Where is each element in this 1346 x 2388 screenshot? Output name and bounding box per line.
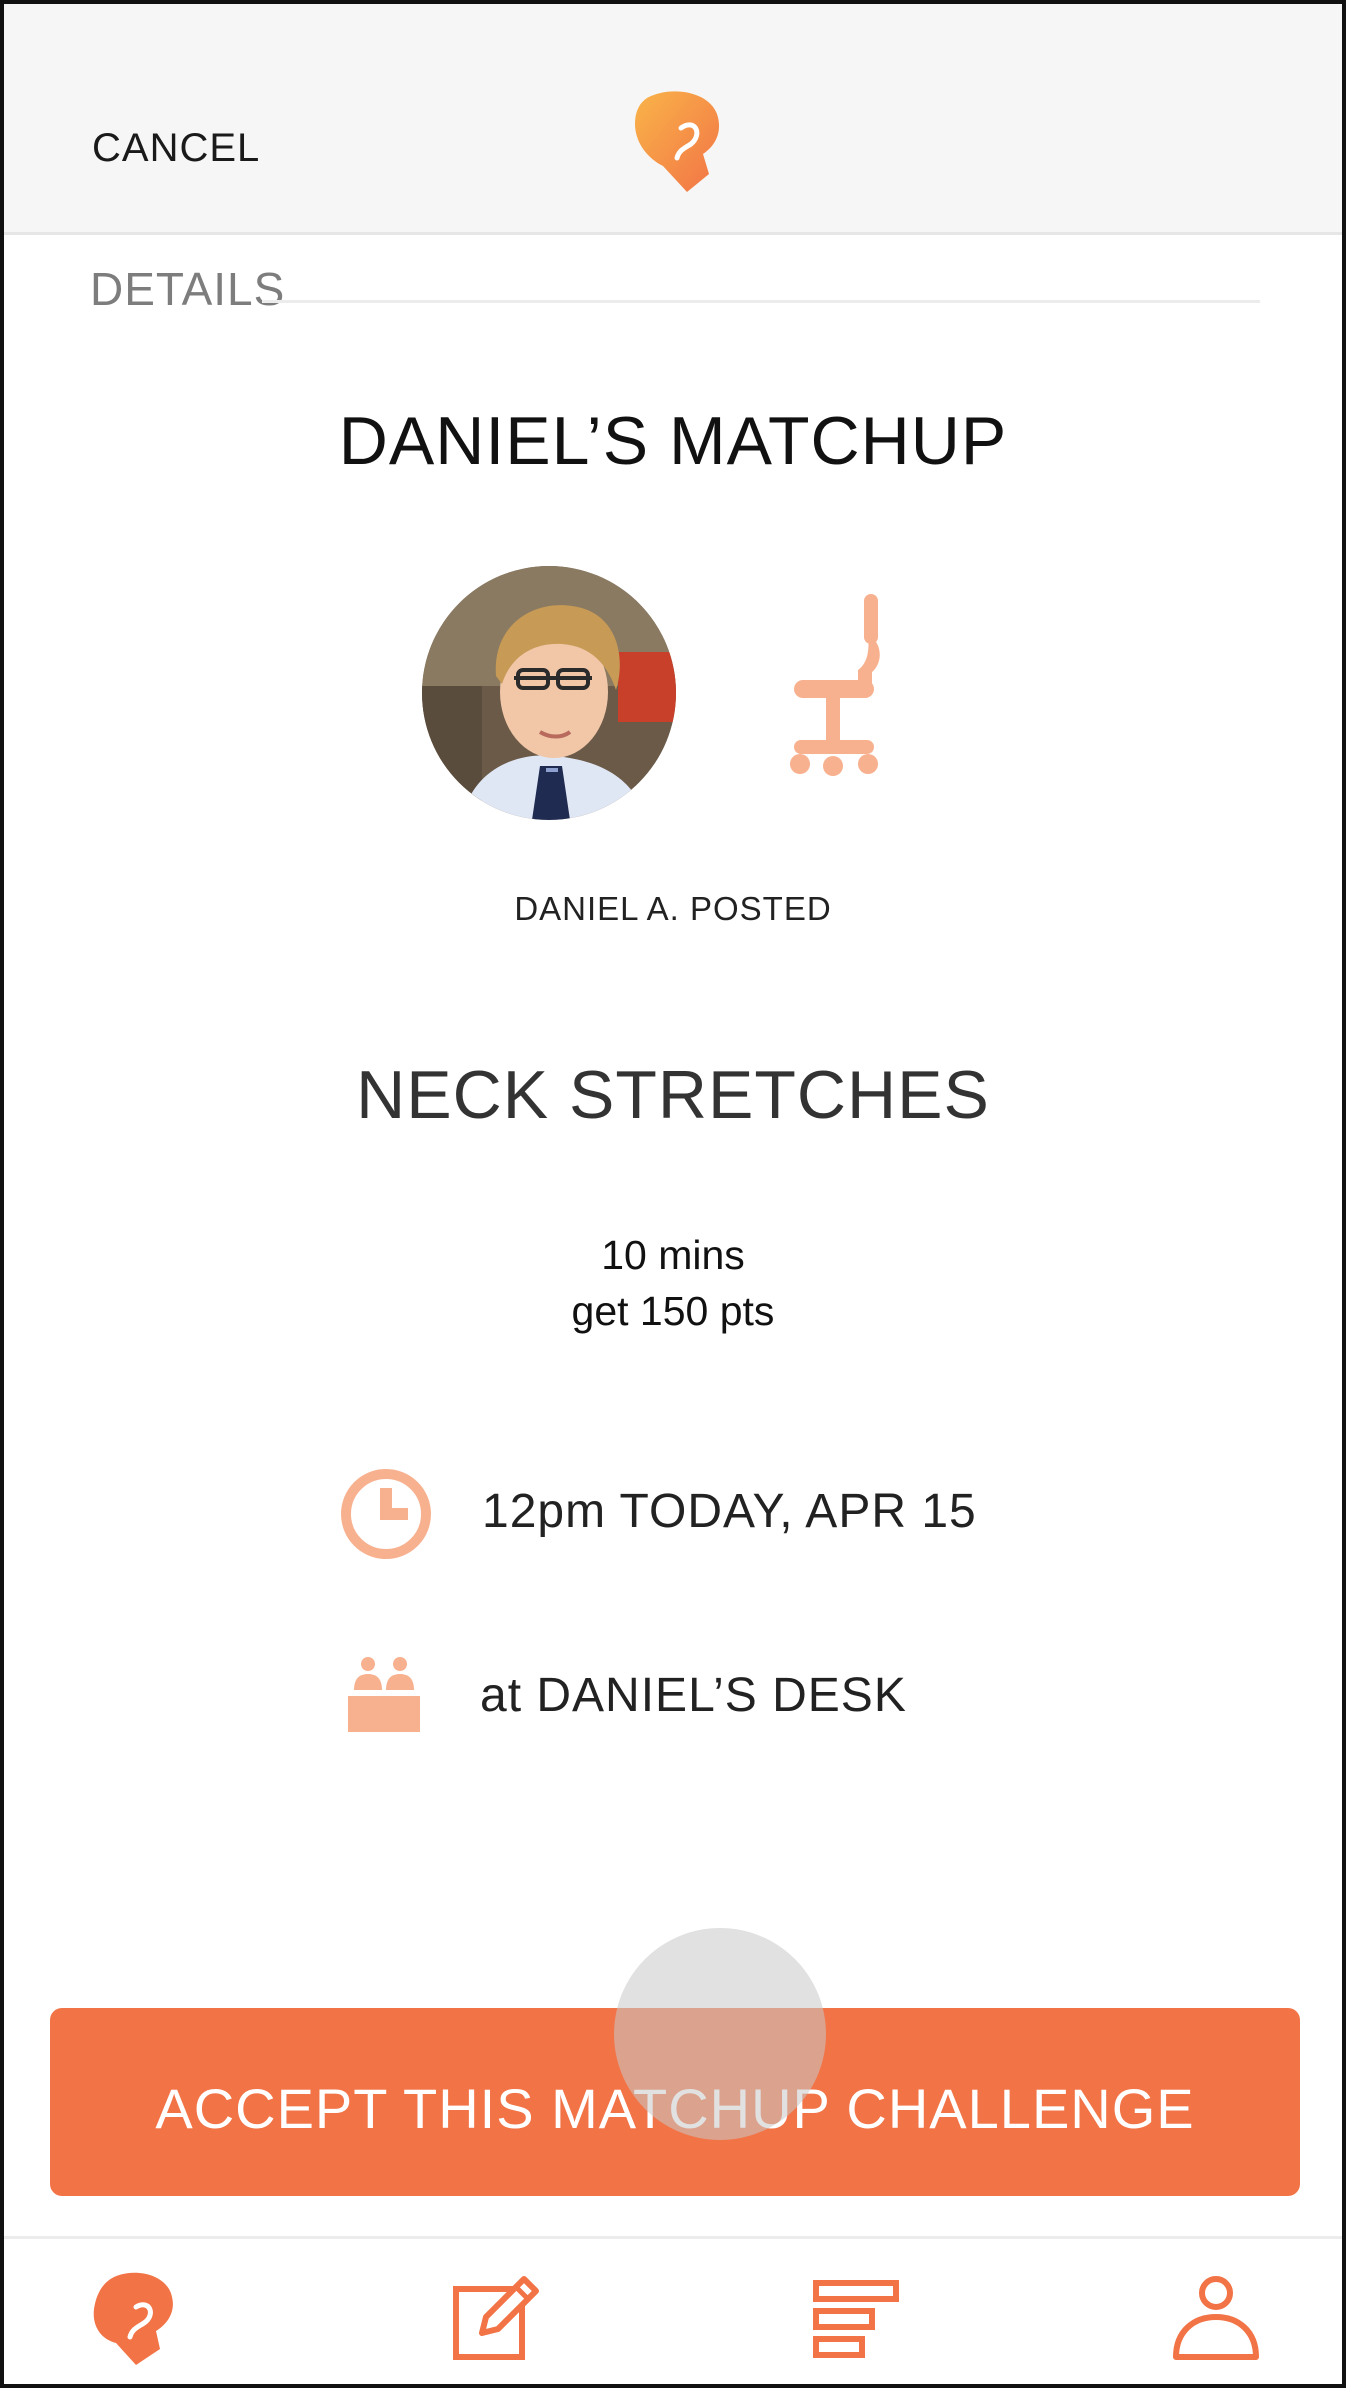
tab-leaderboard-icon[interactable] (808, 2269, 908, 2369)
posted-by-label: DANIEL A. POSTED (514, 890, 832, 927)
desk-icon (348, 1657, 420, 1732)
section-title-details: DETAILS (90, 263, 286, 315)
avatar-photo (422, 566, 676, 820)
office-chair-icon (790, 594, 880, 776)
cancel-button[interactable]: CANCEL (92, 126, 260, 171)
matchup-title: DANIEL’S MATCHUP (338, 403, 1008, 479)
touch-indicator (614, 1928, 826, 2140)
avatar[interactable] (422, 566, 676, 820)
tab-bar (4, 2236, 1342, 2384)
time-text: 12pm TODAY, APR 15 (482, 1485, 977, 1538)
activity-name: NECK STRETCHES (356, 1057, 990, 1133)
app-screen: CANCEL DETAILS DANIEL’S MATCHUP DANIEL A… (0, 0, 1346, 2388)
tab-profile-icon[interactable] (1166, 2269, 1266, 2369)
boxing-glove-icon (635, 91, 720, 192)
tab-post-edit-icon[interactable] (444, 2269, 544, 2369)
points-text: get 150 pts (571, 1288, 775, 1334)
place-text: at DANIEL’S DESK (480, 1669, 907, 1722)
section-divider (262, 300, 1260, 303)
duration-text: 10 mins (601, 1232, 745, 1278)
top-bar: CANCEL (4, 4, 1342, 235)
clock-icon (341, 1469, 431, 1559)
tab-matchups-glove-icon[interactable] (84, 2269, 184, 2369)
